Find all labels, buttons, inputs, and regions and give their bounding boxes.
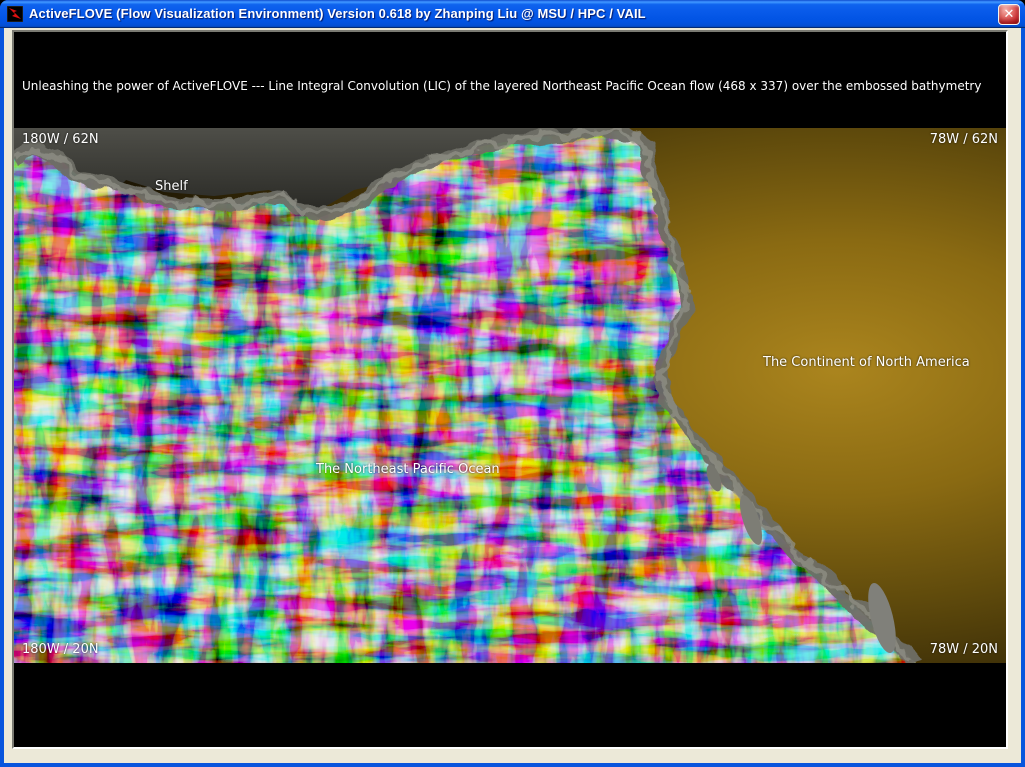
- flow-visualization[interactable]: 180W / 62N 78W / 62N 180W / 20N 78W / 20…: [14, 128, 1006, 663]
- window-title: ActiveFLOVE (Flow Visualization Environm…: [29, 6, 646, 21]
- coord-label-top-right: 78W / 62N: [930, 132, 998, 147]
- region-label-ocean: The Northeast Pacific Ocean: [316, 462, 500, 477]
- close-button[interactable]: ✕: [998, 4, 1020, 25]
- info-line-1: Unleashing the power of ActiveFLOVE --- …: [22, 78, 981, 95]
- app-icon-glyph: [7, 6, 23, 22]
- coord-label-bottom-right: 78W / 20N: [930, 642, 998, 657]
- coord-label-top-left: 180W / 62N: [22, 132, 99, 147]
- flow-lic-rendering: [14, 128, 1006, 663]
- app-window: ActiveFLOVE (Flow Visualization Environm…: [0, 0, 1025, 767]
- client-area: Unleashing the power of ActiveFLOVE --- …: [4, 28, 1021, 763]
- app-icon[interactable]: [7, 6, 23, 22]
- region-label-continent: The Continent of North America: [763, 355, 970, 370]
- gl-canvas[interactable]: Unleashing the power of ActiveFLOVE --- …: [12, 30, 1008, 749]
- coord-label-bottom-left: 180W / 20N: [22, 642, 99, 657]
- title-bar[interactable]: ActiveFLOVE (Flow Visualization Environm…: [0, 0, 1025, 28]
- close-icon: ✕: [1004, 7, 1015, 22]
- region-label-shelf: Shelf: [155, 179, 188, 194]
